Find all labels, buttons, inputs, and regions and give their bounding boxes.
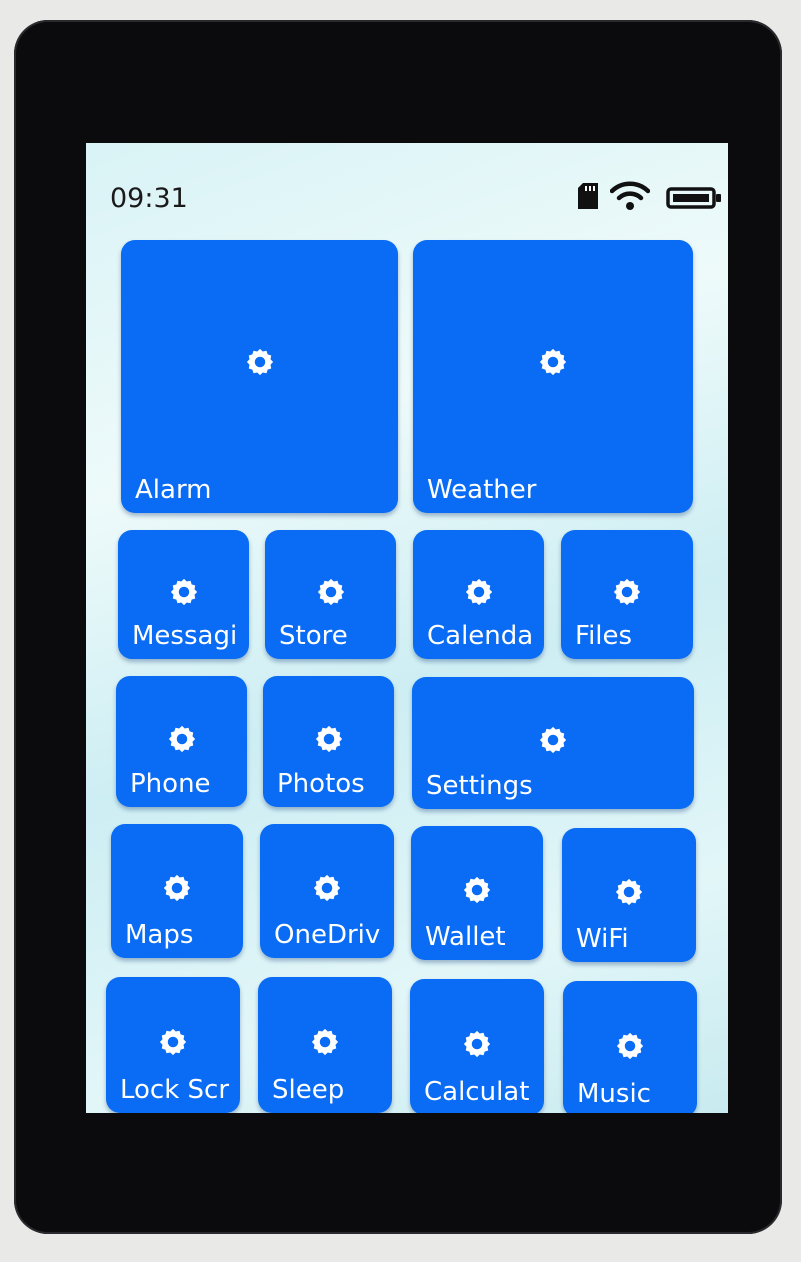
status-bar: 09:31	[86, 143, 728, 215]
gear-icon	[538, 725, 568, 755]
tile-messaging[interactable]: Messagi	[118, 530, 249, 659]
tile-settings[interactable]: Settings	[412, 677, 694, 809]
gear-icon	[158, 1027, 188, 1057]
tile-calculator[interactable]: Calculat	[410, 979, 544, 1113]
gear-icon	[169, 577, 199, 607]
tile-calendar[interactable]: Calenda	[413, 530, 544, 659]
tile-phone[interactable]: Phone	[116, 676, 247, 807]
gear-icon	[162, 873, 192, 903]
tile-label: Maps	[125, 920, 194, 950]
tile-label: Wallet	[425, 922, 506, 952]
home-screen: 09:31 Alarm Weather Messagi Store Calend…	[86, 143, 728, 1113]
gear-icon	[245, 347, 275, 377]
wifi-icon	[610, 181, 650, 210]
gear-icon	[167, 724, 197, 754]
tile-label: Alarm	[135, 475, 212, 505]
tile-label: Phone	[130, 769, 211, 799]
gear-icon	[538, 347, 568, 377]
gear-icon	[462, 875, 492, 905]
tile-music[interactable]: Music	[563, 981, 697, 1113]
tile-label: Store	[279, 621, 348, 651]
tile-label: WiFi	[576, 924, 629, 954]
tile-weather[interactable]: Weather	[413, 240, 693, 513]
tile-label: Photos	[277, 769, 365, 799]
gear-icon	[314, 724, 344, 754]
tile-label: Calculat	[424, 1077, 530, 1107]
tile-label: Calenda	[427, 621, 534, 651]
status-time: 09:31	[110, 183, 188, 214]
tile-label: Weather	[427, 475, 537, 505]
tile-files[interactable]: Files	[561, 530, 693, 659]
tile-wallet[interactable]: Wallet	[411, 826, 543, 960]
sd-card-icon	[578, 183, 598, 209]
tile-label: OneDriv	[274, 920, 381, 950]
gear-icon	[462, 1029, 492, 1059]
gear-icon	[312, 873, 342, 903]
tile-sleep[interactable]: Sleep	[258, 977, 392, 1113]
tile-label: Lock Scr	[120, 1075, 230, 1105]
tile-wifi[interactable]: WiFi	[562, 828, 696, 962]
tile-photos[interactable]: Photos	[263, 676, 394, 807]
tile-label: Music	[577, 1079, 651, 1109]
gear-icon	[464, 577, 494, 607]
gear-icon	[615, 1031, 645, 1061]
battery-icon	[666, 187, 721, 209]
gear-icon	[612, 577, 642, 607]
device-frame: 09:31 Alarm Weather Messagi Store Calend…	[14, 20, 782, 1234]
gear-icon	[310, 1027, 340, 1057]
tile-label: Files	[575, 621, 633, 651]
tile-label: Settings	[426, 771, 533, 801]
gear-icon	[614, 877, 644, 907]
tile-store[interactable]: Store	[265, 530, 396, 659]
tile-lock-screen[interactable]: Lock Scr	[106, 977, 240, 1113]
tile-label: Sleep	[272, 1075, 345, 1105]
tile-onedrive[interactable]: OneDriv	[260, 824, 394, 958]
gear-icon	[316, 577, 346, 607]
tile-maps[interactable]: Maps	[111, 824, 243, 958]
tile-label: Messagi	[132, 621, 238, 651]
tile-alarm[interactable]: Alarm	[121, 240, 398, 513]
